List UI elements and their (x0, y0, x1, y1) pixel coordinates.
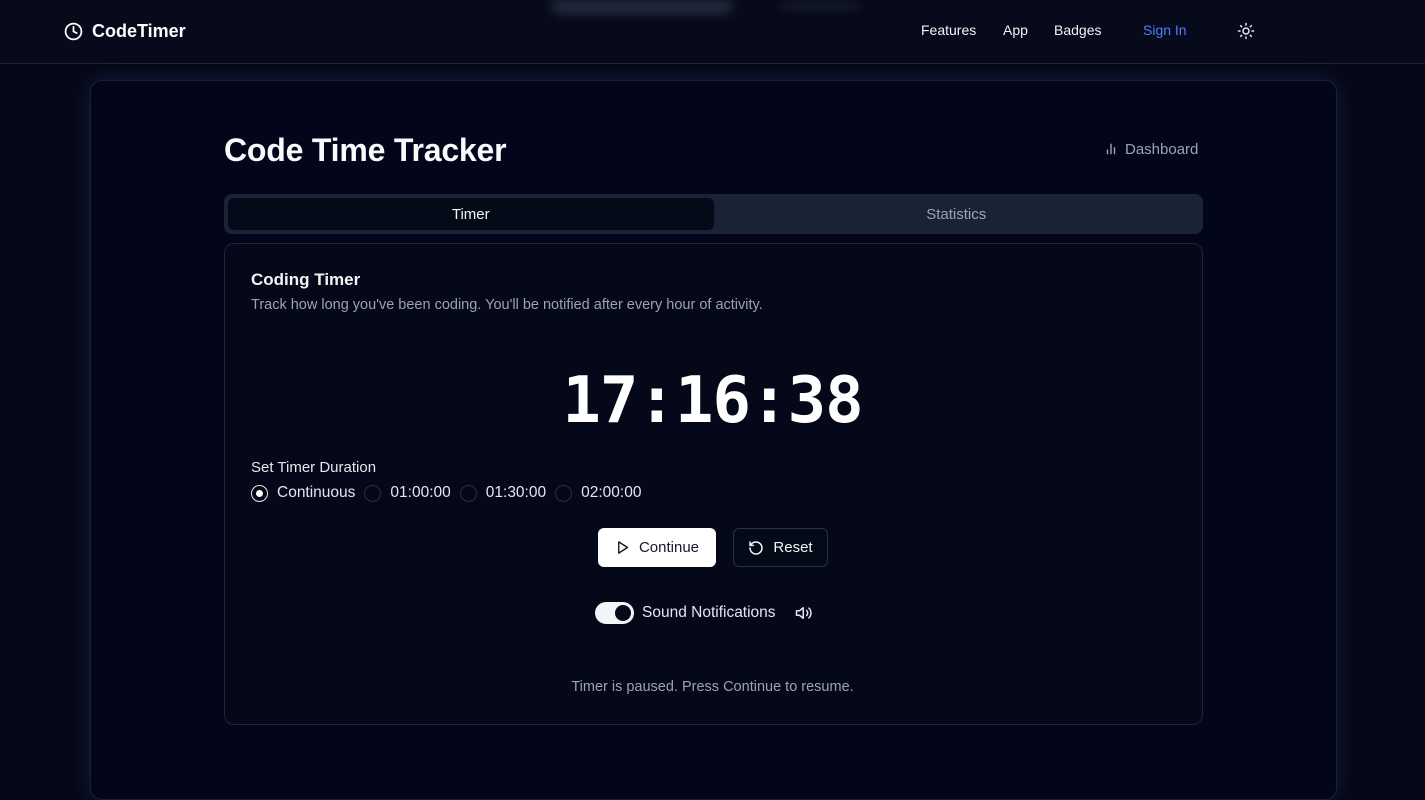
top-navbar: CodeTimer Features App Badges Sign In (0, 0, 1425, 64)
dashboard-link[interactable]: Dashboard (1104, 140, 1198, 158)
sound-label: Sound Notifications (642, 604, 776, 621)
duration-option-2h[interactable]: 02:00:00 (555, 484, 641, 502)
sound-notifications-row: Sound Notifications (595, 602, 813, 624)
nav-link-features[interactable]: Features (921, 22, 976, 38)
radio-label: 02:00:00 (581, 484, 642, 501)
toggle-knob (615, 605, 631, 621)
duration-option-1h30[interactable]: 01:30:00 (459, 484, 547, 502)
duration-option-1h[interactable]: 01:00:00 (364, 484, 451, 502)
radio-button[interactable] (459, 484, 477, 502)
timer-seconds: 38 (787, 364, 864, 438)
timer-minutes: 16 (674, 364, 751, 438)
duration-radio-group: Continuous 01:00:00 01:30:00 02:00:00 (251, 483, 650, 503)
radio-label: 01:30:00 (485, 484, 547, 501)
timer-separator: : (750, 364, 789, 438)
sound-toggle[interactable] (595, 602, 634, 624)
clock-icon (64, 22, 83, 40)
continue-button[interactable]: Continue (598, 528, 716, 567)
nav-link-app[interactable]: App (1003, 22, 1028, 38)
tab-statistics[interactable]: Statistics (714, 198, 1200, 230)
tab-timer[interactable]: Timer (228, 198, 714, 230)
duration-option-continuous[interactable]: Continuous (251, 484, 355, 502)
bar-chart-icon (1106, 143, 1116, 155)
timer-description: Track how long you've been coding. You'l… (251, 297, 763, 313)
rotate-ccw-icon (749, 540, 764, 555)
timer-separator: : (637, 364, 676, 438)
sign-in-link[interactable]: Sign In (1143, 22, 1187, 38)
continue-button-label: Continue (638, 539, 700, 556)
page-title: Code Time Tracker (224, 132, 507, 168)
duration-label: Set Timer Duration (251, 459, 377, 476)
radio-button[interactable] (364, 484, 382, 502)
timer-title: Coding Timer (251, 270, 361, 289)
sun-icon[interactable] (1237, 22, 1255, 40)
nav-link-badges[interactable]: Badges (1054, 22, 1101, 38)
timer-display: 17:16:38 (0, 364, 1425, 438)
radio-label: 01:00:00 (390, 484, 451, 501)
play-icon (618, 541, 629, 554)
radio-button[interactable] (555, 484, 573, 502)
radio-label: Continuous (277, 484, 356, 501)
blurred-banner-secondary (780, 2, 860, 10)
brand-logo[interactable]: CodeTimer (64, 20, 186, 42)
brand-name: CodeTimer (92, 20, 186, 41)
dashboard-link-label: Dashboard (1125, 140, 1199, 158)
reset-button-label: Reset (773, 539, 813, 556)
blurred-banner (552, 0, 732, 14)
radio-button[interactable] (251, 484, 268, 502)
volume-icon[interactable] (795, 604, 813, 622)
timer-hours: 17 (562, 364, 638, 438)
tab-list: Timer Statistics (224, 194, 1203, 234)
timer-status: Timer is paused. Press Continue to resum… (571, 679, 854, 695)
radio-dot (256, 489, 263, 497)
reset-button[interactable]: Reset (733, 528, 828, 567)
